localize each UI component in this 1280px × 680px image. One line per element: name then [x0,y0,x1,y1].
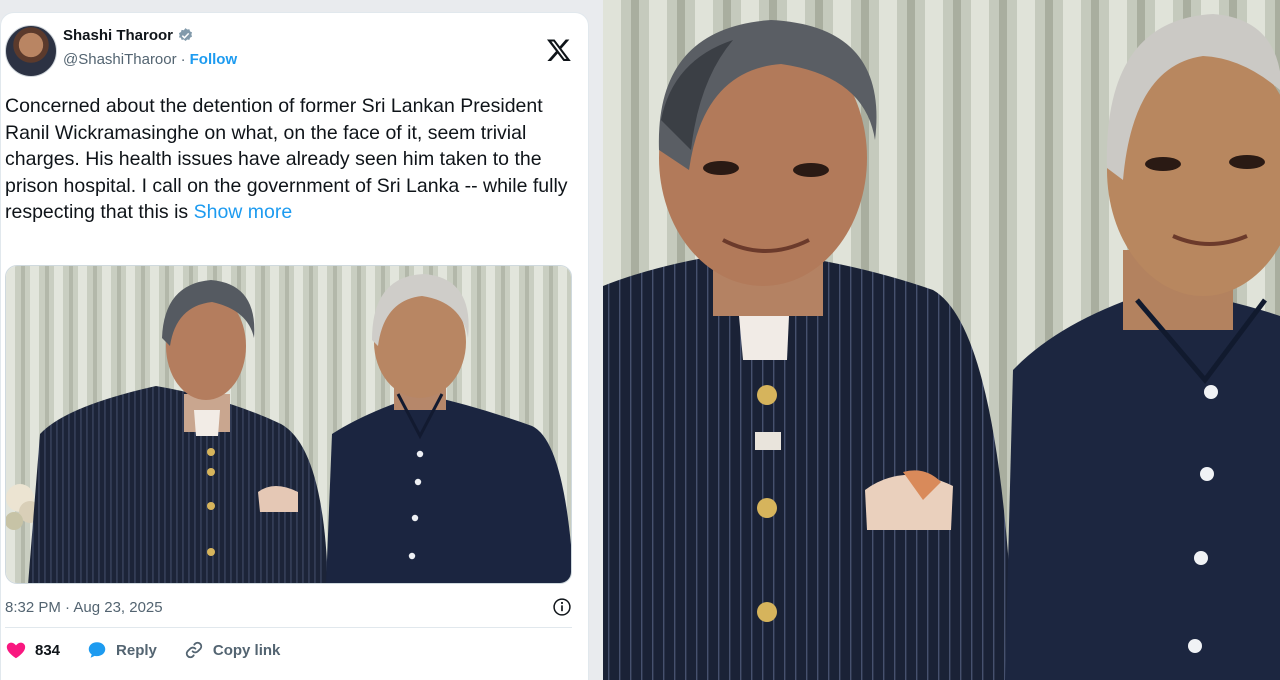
info-icon[interactable] [552,597,572,617]
tweet-media-image[interactable] [5,265,572,584]
tweet-header: Shashi Tharoor @ShashiTharoor · Follow [5,25,580,79]
tweet-actions: 834 Reply Copy link [5,637,306,663]
show-more-link[interactable]: Show more [194,201,293,223]
separator-dot: · [180,51,186,68]
heart-icon [6,642,26,659]
x-logo-icon[interactable] [546,37,572,63]
author-handle[interactable]: @ShashiTharoor [63,51,177,68]
tweet-photo [6,266,571,583]
tweet-timestamp[interactable]: 8:32 PM · Aug 23, 2025 [5,599,163,616]
author-name-row: Shashi Tharoor [63,27,194,44]
verified-badge-icon [179,28,193,41]
large-photo [603,0,1280,680]
tweet-card: Shashi Tharoor @ShashiTharoor · Follow C… [0,12,589,680]
copy-link-label: Copy link [212,641,281,659]
reply-button[interactable]: Reply [86,639,157,661]
handle-row: @ShashiTharoor · Follow [63,51,237,68]
divider [5,627,572,628]
avatar[interactable] [5,25,57,77]
like-button[interactable]: 834 [5,639,60,661]
like-count: 834 [35,641,61,659]
author-name[interactable]: Shashi Tharoor [63,27,173,44]
tweet-text: Concerned about the detention of former … [5,93,575,226]
speech-bubble-icon [88,642,106,658]
photo-of-two-men [603,0,1280,680]
link-icon [185,641,202,659]
reply-label: Reply [116,641,157,659]
follow-button[interactable]: Follow [190,51,238,68]
tweet-meta: 8:32 PM · Aug 23, 2025 [5,595,572,619]
copy-link-button[interactable]: Copy link [183,639,281,661]
